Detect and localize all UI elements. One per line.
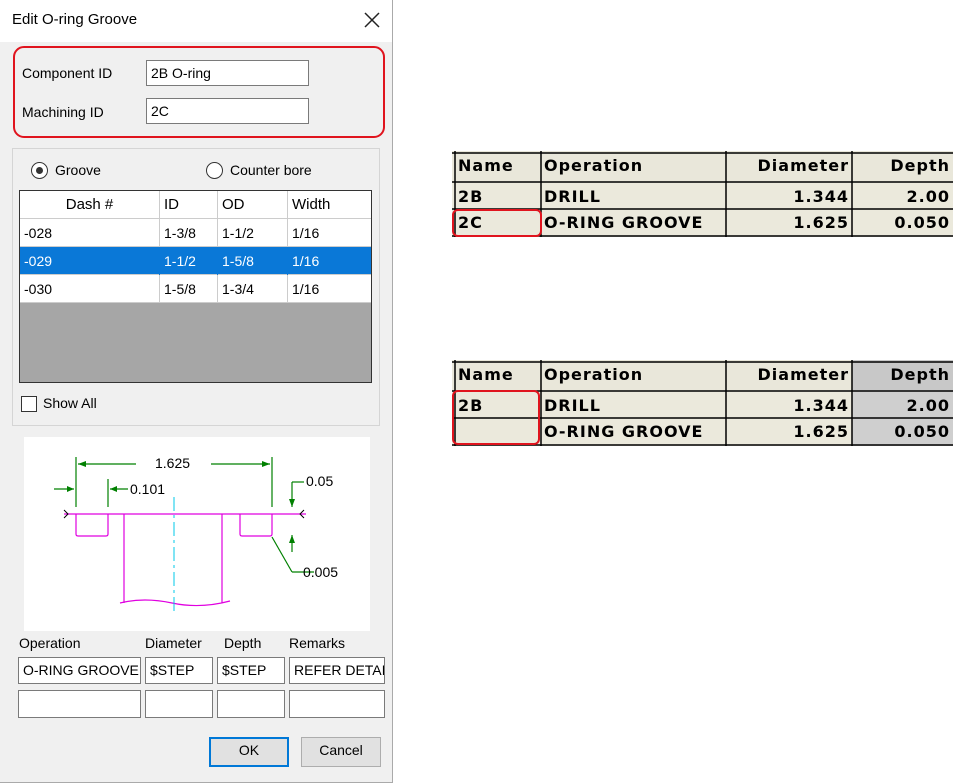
cancel-button[interactable]: Cancel [301, 737, 381, 767]
bottom-header-name: Name [458, 365, 514, 384]
grid-cell-dash: -029 [20, 247, 160, 275]
bottom-cell-operation: DRILL [544, 396, 601, 415]
table-row-selected[interactable]: -029 1-1/2 1-5/8 1/16 [20, 247, 371, 275]
remarks-input-1[interactable]: REFER DETAIL [289, 657, 385, 684]
bottom-cell-depth: 2.00 [906, 396, 950, 415]
grid-cell-id: 1-5/8 [160, 275, 218, 303]
table-row[interactable]: -030 1-5/8 1-3/4 1/16 [20, 275, 371, 303]
grid-cell-id: 1-1/2 [160, 247, 218, 275]
groove-radio[interactable] [31, 162, 48, 179]
ok-button[interactable]: OK [209, 737, 289, 767]
top-header-operation: Operation [544, 156, 644, 175]
groove-radio-label: Groove [55, 162, 101, 178]
diameter-input-2[interactable] [145, 690, 213, 718]
remarks-header: Remarks [289, 635, 346, 651]
top-cell-name: 2B [458, 187, 484, 206]
top-cell-operation: O-RING GROOVE [544, 213, 704, 232]
edit-oring-groove-dialog: Edit O-ring Groove Component ID 2B O-rin… [0, 0, 393, 783]
top-cell-depth: 0.050 [894, 213, 950, 232]
grid-header-row: Dash # ID OD Width [20, 191, 371, 219]
top-cell-diameter: 1.344 [793, 187, 849, 206]
counterbore-radio[interactable] [206, 162, 223, 179]
bottom-cell-diameter: 1.625 [793, 422, 849, 441]
bottom-header-depth: Depth [890, 365, 950, 384]
operations-table-bottom: Name Operation Diameter Depth 2B DRILL 1… [452, 360, 953, 446]
depth-input-1[interactable]: $STEP [217, 657, 285, 684]
component-id-label: Component ID [22, 65, 113, 81]
top-header-diameter: Diameter [757, 156, 849, 175]
name-highlight [452, 390, 540, 445]
depth-input-2[interactable] [217, 690, 285, 718]
dim-top-text: 1.625 [155, 455, 190, 471]
dim-left-text: 0.101 [130, 481, 165, 497]
operations-table-top: Name Operation Diameter Depth 2B DRILL 1… [452, 151, 953, 237]
top-cell-operation: DRILL [544, 187, 601, 206]
grid-header-width[interactable]: Width [288, 191, 371, 219]
depth-header: Depth [224, 635, 262, 651]
show-all-checkbox[interactable] [21, 396, 37, 412]
dim-right-top-text: 0.05 [306, 473, 333, 489]
oring-size-grid: Dash # ID OD Width -028 1-3/8 1-1/2 1/16… [19, 190, 372, 383]
show-all-label: Show All [43, 395, 97, 411]
counterbore-radio-label: Counter bore [230, 162, 312, 178]
dialog-title: Edit O-ring Groove [12, 11, 138, 28]
component-id-input[interactable]: 2B O-ring [146, 60, 309, 86]
grid-header-od[interactable]: OD [218, 191, 288, 219]
grid-cell-od: 1-3/4 [218, 275, 288, 303]
diameter-header: Diameter [145, 635, 202, 651]
operation-input-1[interactable]: O-RING GROOVE [18, 657, 141, 684]
title-bar: Edit O-ring Groove [0, 0, 392, 42]
top-header-depth: Depth [890, 156, 950, 175]
grid-cell-width: 1/16 [292, 281, 320, 297]
grid-cell-width: 1/16 [292, 253, 320, 269]
grid-header-dash[interactable]: Dash # [20, 191, 160, 219]
table-row[interactable]: -028 1-3/8 1-1/2 1/16 [20, 219, 371, 247]
grid-header-id[interactable]: ID [160, 191, 218, 219]
bottom-cell-diameter: 1.344 [793, 396, 849, 415]
grid-cell-id: 1-3/8 [160, 219, 218, 247]
operation-input-2[interactable] [18, 690, 141, 718]
operation-header: Operation [19, 635, 81, 651]
machining-id-label: Machining ID [22, 104, 104, 120]
diameter-input-1[interactable]: $STEP [145, 657, 213, 684]
grid-cell-od: 1-1/2 [218, 219, 288, 247]
grid-cell-dash: -028 [20, 219, 160, 247]
top-cell-depth: 2.00 [906, 187, 950, 206]
grid-cell-od: 1-5/8 [218, 247, 288, 275]
grid-cell-width: 1/16 [292, 225, 320, 241]
remarks-input-2[interactable] [289, 690, 385, 718]
bottom-cell-depth: 0.050 [894, 422, 950, 441]
dim-right-bottom-text: 0.005 [303, 564, 338, 580]
bottom-header-diameter: Diameter [757, 365, 849, 384]
grid-cell-dash: -030 [20, 275, 160, 303]
name-highlight [452, 209, 542, 237]
bottom-header-operation: Operation [544, 365, 644, 384]
top-header-name: Name [458, 156, 514, 175]
machining-id-input[interactable]: 2C [146, 98, 309, 124]
top-cell-diameter: 1.625 [793, 213, 849, 232]
close-icon[interactable] [360, 8, 384, 32]
bottom-cell-operation: O-RING GROOVE [544, 422, 704, 441]
groove-sketch: 1.625 0.101 0.05 0.005 [24, 437, 370, 631]
